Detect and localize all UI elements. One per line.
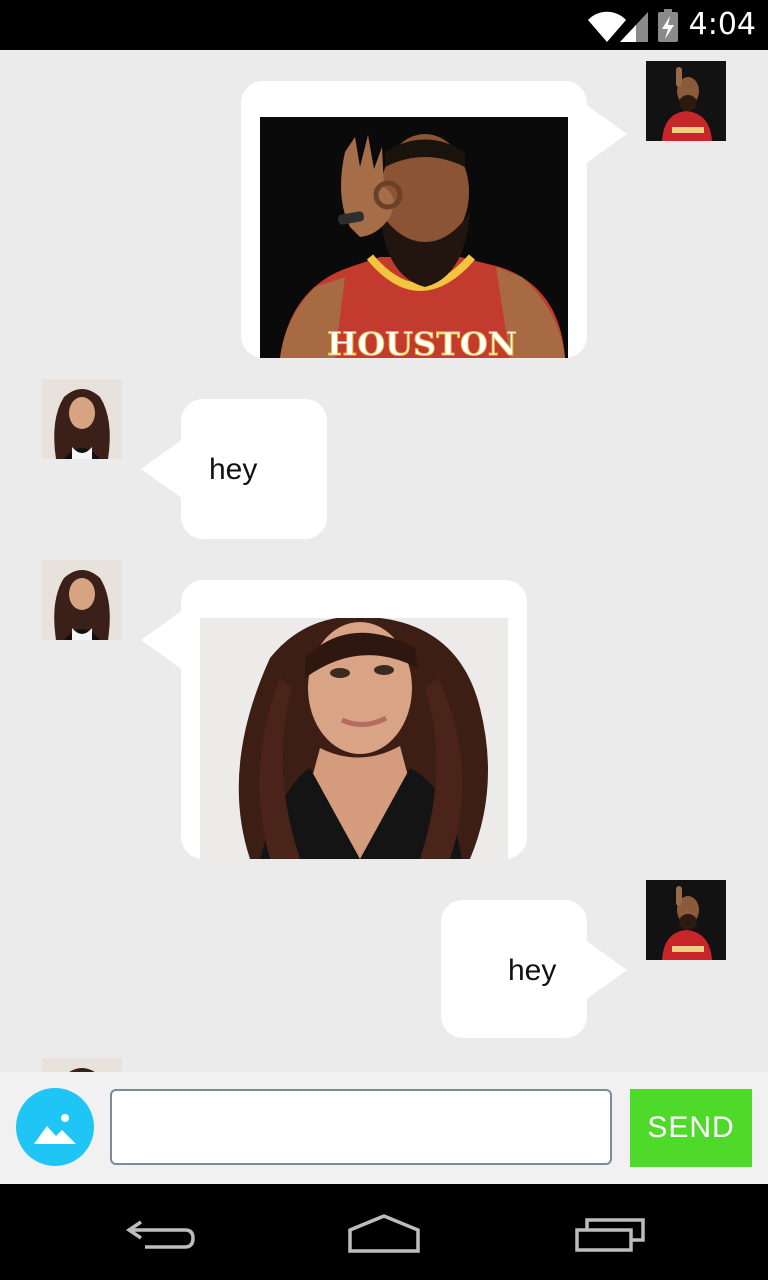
- bubble-tail: [141, 439, 183, 499]
- message-composer: SEND: [0, 1072, 768, 1184]
- self-avatar[interactable]: [646, 880, 726, 960]
- home-button[interactable]: [339, 1208, 429, 1258]
- bubble-tail: [585, 104, 627, 164]
- cell-signal-icon: [620, 12, 648, 42]
- wifi-icon: [588, 11, 626, 42]
- self-avatar[interactable]: [646, 61, 726, 141]
- contact-avatar[interactable]: [42, 379, 122, 459]
- outgoing-message-bubble[interactable]: HOUSTON: [241, 81, 627, 358]
- home-icon: [348, 1214, 420, 1253]
- recents-icon: [575, 1218, 645, 1252]
- chat-message-list[interactable]: HOUSTON hey hey: [0, 50, 768, 1072]
- battery-charging-icon: [658, 9, 678, 42]
- contact-avatar[interactable]: [42, 1058, 122, 1072]
- houston-player-photo[interactable]: HOUSTON: [260, 117, 568, 358]
- image-icon: [34, 1114, 76, 1144]
- back-icon: [125, 1220, 195, 1249]
- message-input[interactable]: [110, 1089, 612, 1165]
- navigation-bar: [0, 1184, 768, 1280]
- contact-photo[interactable]: [200, 618, 508, 859]
- status-bar: 4:04: [0, 0, 768, 50]
- message-text: hey: [209, 453, 258, 486]
- outgoing-message-bubble[interactable]: hey: [441, 900, 627, 1038]
- send-button[interactable]: SEND: [630, 1089, 752, 1167]
- bubble-tail: [141, 610, 183, 670]
- status-clock: 4:04: [688, 7, 756, 42]
- contact-avatar[interactable]: [42, 560, 122, 640]
- incoming-message-bubble[interactable]: [141, 580, 527, 859]
- recents-button[interactable]: [564, 1208, 654, 1258]
- bubble-tail: [585, 940, 627, 1000]
- status-icons: [586, 8, 686, 47]
- jersey-text: HOUSTON: [327, 325, 517, 358]
- back-button[interactable]: [115, 1208, 205, 1258]
- message-text: hey: [508, 954, 557, 987]
- attach-image-button[interactable]: [16, 1088, 94, 1166]
- incoming-message-bubble[interactable]: hey: [141, 399, 327, 539]
